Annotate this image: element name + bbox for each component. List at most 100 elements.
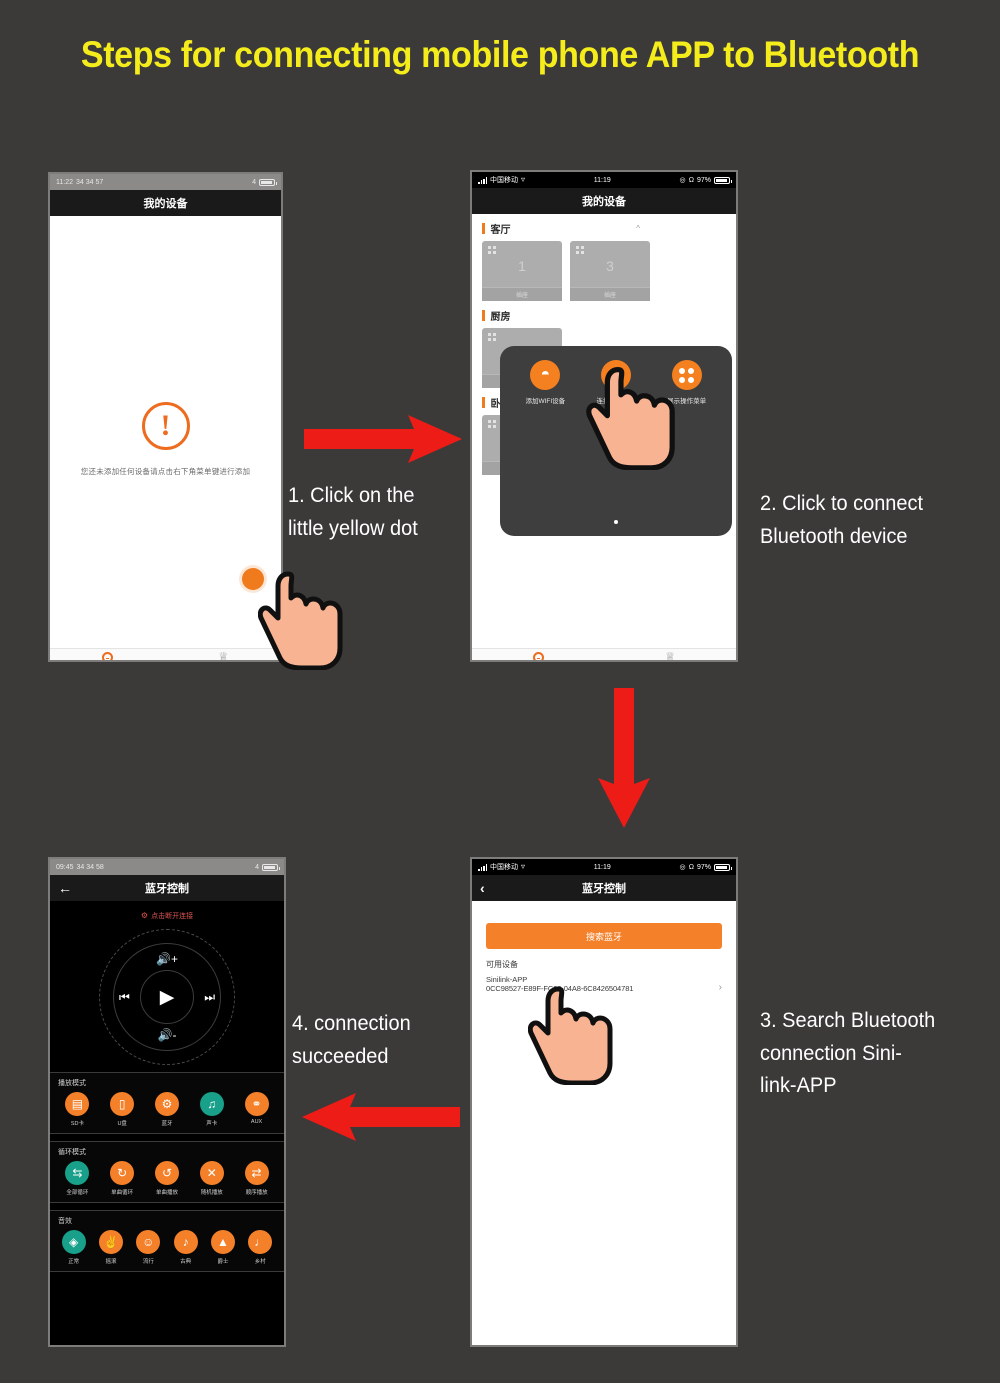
bluetooth-device-row[interactable]: Sinilink-APP 0CC98527-E89F-FC62-04A8-6C8…	[486, 975, 722, 993]
play-mode-sound-card-button[interactable]: ♫ 声卡	[193, 1092, 231, 1127]
status-bar: 09:45 34 34 58 4	[50, 859, 284, 875]
status-time: 11:22	[56, 178, 73, 186]
bluetooth-connection-status[interactable]: ⚙ 点击断开连接	[50, 901, 284, 921]
tab-personal-center[interactable]: ♕ 个人中心	[166, 649, 282, 661]
battery-icon	[259, 178, 277, 186]
step-3-caption: 3. Search Bluetooth connection Sini- lin…	[760, 1005, 983, 1103]
device-number: 1	[518, 258, 526, 274]
previous-track-button[interactable]: ⏮	[119, 991, 130, 1003]
tab-my-devices[interactable]: 我的设备	[50, 649, 166, 660]
button-label: U盘	[117, 1121, 127, 1127]
tab-personal-center[interactable]: ♕ 个人中心	[604, 649, 736, 661]
signal-bars-icon	[478, 863, 487, 871]
add-device-fab-button[interactable]	[242, 568, 264, 590]
section-accent-bar	[482, 223, 485, 234]
battery-level-text: 4	[252, 178, 256, 186]
device-grid-icon	[488, 420, 496, 428]
play-mode-sd-card-button[interactable]: ▤ SD卡	[58, 1092, 96, 1127]
section-title: 厨房	[490, 312, 511, 323]
headphone-icon: Ω	[688, 176, 694, 184]
play-mode-usb-button[interactable]: ▯ U盘	[103, 1092, 141, 1127]
sound-effect-pop-button[interactable]: ☺ 流行	[130, 1230, 167, 1265]
step-1-line-2: little yellow dot	[288, 516, 418, 540]
device-card[interactable]: 1 插座	[482, 241, 562, 301]
next-track-button[interactable]: ⏭	[204, 991, 215, 1003]
status-bar: 中国移动 ▿ 11:19 ◎ Ω 97%	[472, 172, 736, 188]
normal-eq-icon: ◈	[61, 1230, 86, 1254]
step-3-line-3: link-APP	[760, 1074, 837, 1098]
tab-bar: 我的设备 ♕ 个人中心	[50, 648, 282, 661]
step-4-caption: 4. connection succeeded	[292, 1008, 458, 1073]
step-3-line-1: 3. Search Bluetooth	[760, 1009, 936, 1032]
button-label: 单曲播放	[155, 1190, 178, 1196]
phone-screen-2-device-list-popup: 中国移动 ▿ 11:19 ◎ Ω 97% 我的设备 客厅 ^ 1 插座 3 插座…	[470, 170, 738, 662]
screen-body: 客厅 ^ 1 插座 3 插座 厨房 ◓ 添加WIFI设备 ⚙ 连接蓝牙设备 展示…	[472, 214, 736, 648]
sound-effect-normal-button[interactable]: ◈ 正常	[55, 1230, 92, 1265]
arrow-down-step2-to-step3	[598, 688, 650, 828]
button-label: 单曲循环	[111, 1190, 134, 1196]
play-mode-bluetooth-button[interactable]: ⚙ 蓝牙	[148, 1092, 186, 1127]
sound-effect-rock-button[interactable]: ✌ 摇滚	[92, 1230, 129, 1265]
classical-icon: ♪	[173, 1230, 198, 1254]
loop-mode-sequential-button[interactable]: ⇄ 顺序播放	[238, 1161, 276, 1196]
sequential-play-icon: ⇄	[244, 1161, 269, 1185]
devices-icon	[532, 652, 544, 660]
sound-effect-country-button[interactable]: ♩ 乡村	[242, 1230, 279, 1265]
nav-bar: ← 蓝牙控制	[50, 875, 284, 901]
status-time: 09:45	[56, 863, 74, 871]
loop-mode-repeat-one-button[interactable]: ↻ 单曲循环	[103, 1161, 141, 1196]
button-label: 随机播放	[200, 1190, 223, 1196]
back-arrow-icon[interactable]: ‹	[480, 881, 485, 895]
popup-item-show-action-menu[interactable]: 展示操作菜单	[652, 360, 722, 405]
device-card[interactable]: 3 插座	[570, 241, 650, 301]
play-mode-aux-button[interactable]: ⚭ AUX	[238, 1092, 276, 1127]
tab-my-devices[interactable]: 我的设备	[472, 649, 604, 660]
battery-percent: 97%	[696, 176, 711, 184]
action-popup-menu: ◓ 添加WIFI设备 ⚙ 连接蓝牙设备 展示操作菜单	[500, 346, 732, 536]
section-accent-bar	[482, 397, 485, 408]
headphone-icon: Ω	[688, 863, 694, 871]
button-label: AUX	[250, 1119, 263, 1125]
loop-mode-shuffle-button[interactable]: ✕ 随机播放	[193, 1161, 231, 1196]
volume-up-button[interactable]: 🔊+	[156, 953, 178, 965]
popup-item-label: 展示操作菜单	[667, 398, 707, 405]
popup-item-add-wifi-device[interactable]: ◓ 添加WIFI设备	[510, 360, 580, 405]
status-carrier: 34 34 58	[76, 863, 104, 871]
back-arrow-icon[interactable]: ←	[58, 881, 72, 895]
device-card-row: 1 插座 3 插座	[472, 241, 736, 301]
section-header-living-room[interactable]: 客厅 ^	[472, 214, 736, 241]
status-bar: 中国移动 ▿ 11:19 ◎ Ω 97%	[472, 859, 736, 875]
bluetooth-device-uuid: 0CC98527-E89F-FC62-04A8-6C8426504781	[486, 984, 634, 993]
phone-screen-1-my-devices-empty: 11:22 34 34 57 4 我的设备 ! 您还未添加任何设备请点击右下角菜…	[48, 172, 283, 662]
sound-effect-jazz-button[interactable]: ▲ 爵士	[204, 1230, 241, 1265]
play-pause-button[interactable]: ▶	[140, 970, 194, 1024]
bluetooth-icon: ⚙	[600, 360, 631, 390]
nav-title: 我的设备	[143, 198, 188, 210]
signal-bars-icon	[478, 176, 487, 184]
device-grid-icon	[576, 246, 584, 254]
arrow-right-step1-to-step2	[304, 415, 462, 463]
nav-title: 蓝牙控制	[145, 883, 189, 895]
aux-cable-icon: ⚭	[244, 1092, 269, 1116]
volume-down-button[interactable]: 🔊-	[158, 1029, 177, 1041]
wifi-icon: ▿	[521, 175, 526, 184]
popup-item-connect-bluetooth-device[interactable]: ⚙ 连接蓝牙设备	[581, 360, 651, 405]
jazz-hat-icon: ▲	[210, 1230, 235, 1254]
chevron-up-icon[interactable]: ^	[636, 224, 640, 233]
section-title: 客厅	[490, 225, 511, 236]
sound-effect-classical-button[interactable]: ♪ 古典	[167, 1230, 204, 1265]
loop-mode-single-play-button[interactable]: ↺ 单曲播放	[148, 1161, 186, 1196]
loop-mode-repeat-all-button[interactable]: ⇆ 全部循环	[58, 1161, 96, 1196]
wifi-icon: ▿	[521, 862, 526, 871]
country-icon: ♩	[248, 1230, 273, 1254]
battery-percent: 97%	[696, 863, 711, 871]
popup-item-label: 连接蓝牙设备	[596, 398, 636, 405]
popup-page-indicator	[614, 520, 618, 524]
section-header-kitchen[interactable]: 厨房	[472, 301, 736, 328]
nav-bar: ‹ 蓝牙控制	[472, 875, 736, 901]
alarm-icon: ◎	[679, 864, 686, 871]
search-bluetooth-button[interactable]: 搜索蓝牙	[486, 923, 722, 949]
button-label: 全部循环	[66, 1190, 89, 1196]
screen-body: 搜索蓝牙 可用设备 Sinilink-APP 0CC98527-E89F-FC6…	[472, 923, 736, 1345]
devices-icon	[102, 652, 114, 660]
